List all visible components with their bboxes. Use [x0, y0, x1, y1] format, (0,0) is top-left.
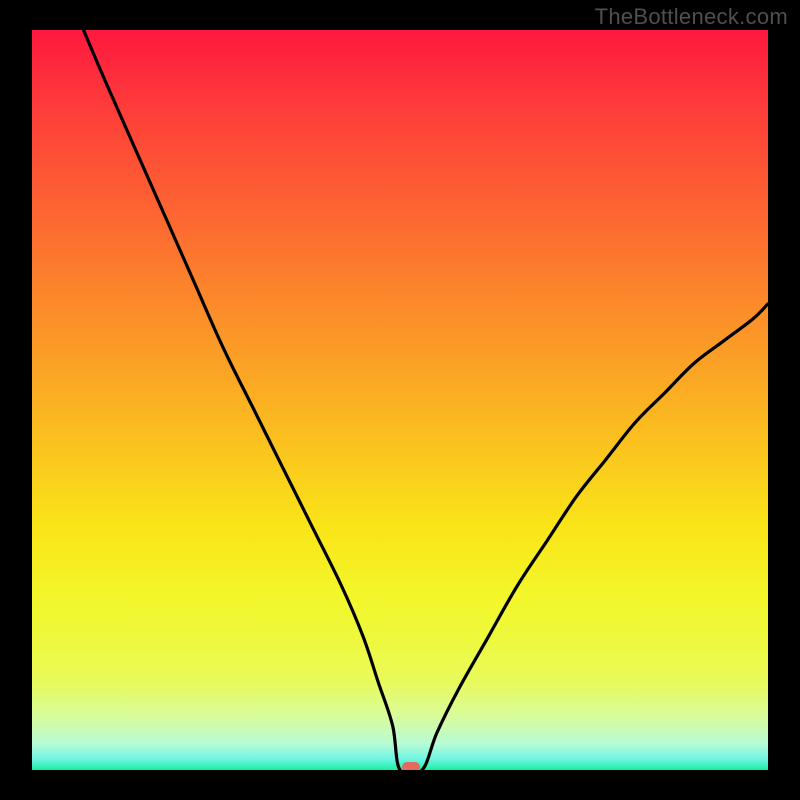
- curve-min-marker: [402, 762, 420, 770]
- watermark-text: TheBottleneck.com: [595, 4, 788, 30]
- bottleneck-curve-svg: [32, 30, 768, 770]
- chart-frame: TheBottleneck.com: [0, 0, 800, 800]
- bottleneck-curve-path: [84, 30, 769, 770]
- plot-area: [32, 30, 768, 770]
